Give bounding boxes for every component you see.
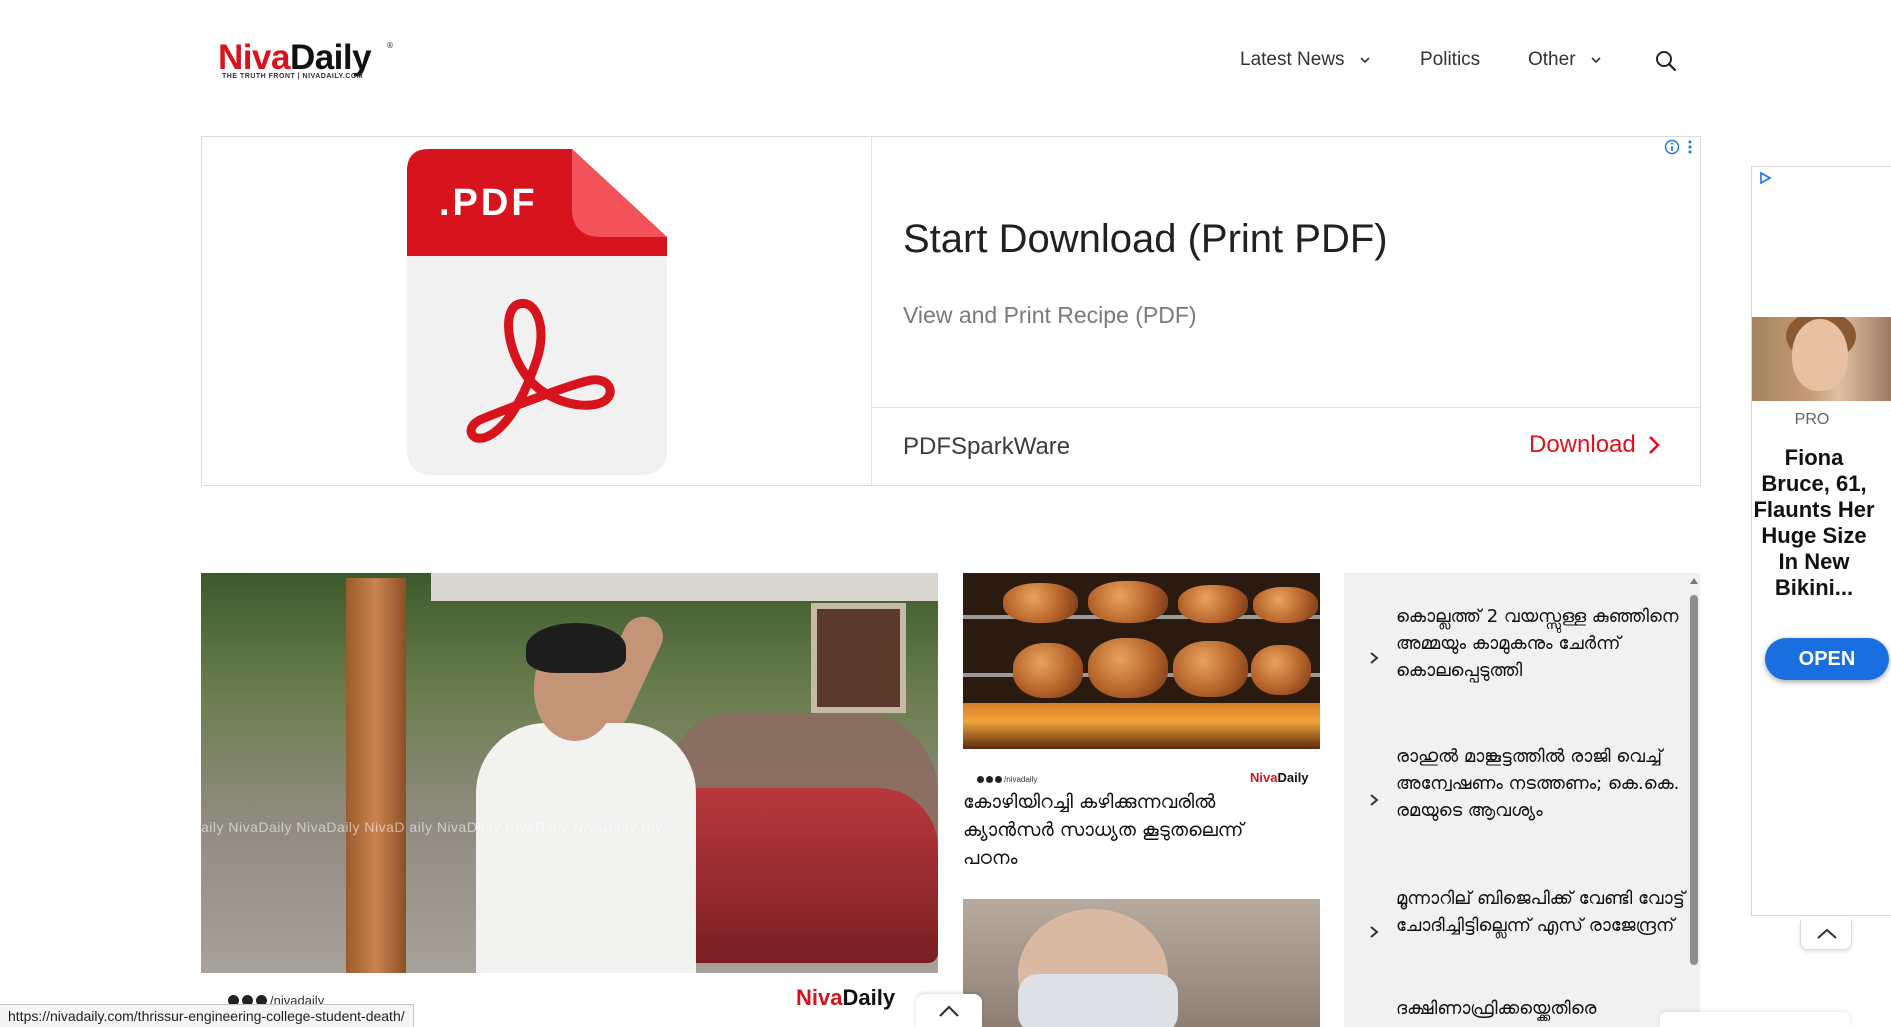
ad-advertiser[interactable]: PDFSparkWare [903, 433, 1070, 461]
instagram-icon [977, 776, 984, 783]
middle-watermark-logo: NivaDaily [1250, 770, 1309, 785]
feature-watermark-logo: NivaDaily [796, 985, 895, 1011]
photo-window [811, 603, 906, 713]
photo-chicken [1178, 585, 1248, 623]
bottom-ad-bar[interactable] [1660, 1012, 1850, 1027]
site-logo[interactable]: NivaDaily THE TRUTH FRONT | NIVADAILY.CO… [218, 38, 398, 88]
ad-banner[interactable]: .PDF Start Download (Print PDF) View and… [201, 136, 1701, 486]
photo-mask [1018, 974, 1178, 1027]
photo-person [456, 610, 716, 973]
status-bar-url: https://nivadaily.com/thrissur-engineeri… [0, 1004, 414, 1027]
logo-registered-mark: ® [386, 41, 394, 50]
middle-social-meta: /nivadaily [977, 775, 1037, 784]
list-item-title[interactable]: മൂന്നാറില് ബിജെപിക്ക് വേണ്ടി വോട്ട് ചോദി… [1396, 885, 1686, 939]
ad-download-label: Download [1529, 431, 1636, 458]
side-ad-collapse-button[interactable] [1800, 920, 1852, 950]
ad-download-button[interactable]: Download [1529, 431, 1660, 459]
list-scrollbar[interactable] [1688, 573, 1700, 1027]
chevron-up-icon [1817, 928, 1837, 939]
adchoices-icon[interactable] [1758, 171, 1772, 185]
chevron-right-icon [1648, 436, 1660, 454]
photo-chicken [1251, 645, 1311, 695]
nav-other[interactable]: Other [1528, 46, 1602, 74]
side-ad-label: PRO [1794, 411, 1830, 428]
middle-logo-daily: Daily [1277, 770, 1309, 785]
photo-chicken [1253, 587, 1318, 623]
pdf-file-label: .PDF [439, 182, 538, 224]
ad-description: View and Print Recipe (PDF) [903, 302, 1197, 328]
photo-chicken [1013, 643, 1083, 698]
chicken-article-image[interactable] [963, 573, 1320, 749]
mask-article-image[interactable] [963, 899, 1320, 1027]
scroll-up-arrow-icon[interactable] [1689, 577, 1699, 585]
photo-pillar [346, 578, 406, 973]
nav-politics-label: Politics [1420, 49, 1481, 70]
chevron-right-icon [1370, 926, 1379, 938]
side-ad-headline[interactable]: Fiona Bruce, 61, Flaunts Her Huge Size I… [1752, 445, 1876, 601]
side-ad-open-button[interactable]: OPEN [1765, 638, 1889, 680]
nav-other-label: Other [1528, 49, 1576, 70]
chevron-down-icon [1359, 57, 1370, 64]
chevron-right-icon [1370, 652, 1379, 664]
photo-face [1792, 319, 1848, 391]
photo-chicken [1003, 583, 1078, 623]
nav-latest-news-label: Latest News [1240, 49, 1345, 70]
twitter-icon [995, 776, 1002, 783]
side-ad-photo[interactable] [1752, 317, 1891, 401]
nav-politics[interactable]: Politics [1420, 46, 1480, 74]
logo-daily: Daily [289, 38, 372, 77]
chevron-right-icon [1370, 794, 1379, 806]
list-item-title[interactable]: രാഹുൽ മാങ്കൂട്ടത്തിൽ രാജി വെച്ച് അന്വേഷണ… [1396, 743, 1686, 824]
more-vertical-icon[interactable] [1687, 139, 1693, 155]
photo-hair [526, 623, 626, 673]
chevron-down-icon [1590, 57, 1601, 64]
photo-chicken [1088, 581, 1168, 623]
facebook-icon [986, 776, 993, 783]
image-watermark: aily NivaDaily NivaDaily NivaD aily Niva… [201, 819, 663, 835]
photo-chicken [1173, 641, 1248, 697]
feature-logo-niva: Niva [796, 985, 843, 1010]
photo-roof [431, 573, 938, 601]
scroll-to-top-button[interactable] [916, 994, 982, 1027]
pdf-file-icon: .PDF [407, 149, 667, 475]
side-ad[interactable]: PRO Fiona Bruce, 61, Flaunts Her Huge Si… [1751, 166, 1891, 916]
ad-title[interactable]: Start Download (Print PDF) [903, 217, 1388, 262]
chicken-article-title[interactable]: കോഴിയിറച്ചി കഴിക്കുന്നവരിൽ ക്യാൻസർ സാധ്യ… [963, 788, 1303, 872]
ad-image[interactable]: .PDF [202, 137, 872, 485]
middle-handle: /nivadaily [1004, 775, 1038, 784]
chevron-up-icon [939, 1005, 959, 1017]
photo-shirt [476, 723, 696, 973]
nav-latest-news[interactable]: Latest News [1240, 46, 1371, 74]
list-item-title[interactable]: കൊല്ലത്ത് 2 വയസ്സുള്ള കുഞ്ഞിനെ അമ്മയും ക… [1396, 603, 1686, 684]
list-item-title[interactable]: ദക്ഷിണാഫ്രിക്കയ്ക്കെതിരെ [1396, 995, 1686, 1022]
scrollbar-thumb[interactable] [1690, 595, 1698, 965]
feature-logo-daily: Daily [842, 985, 896, 1010]
headline-list: കൊല്ലത്ത് 2 വയസ്സുള്ള കുഞ്ഞിനെ അമ്മയും ക… [1344, 573, 1688, 1027]
logo-niva: Niva [218, 38, 290, 77]
middle-logo-niva: Niva [1250, 770, 1278, 785]
search-icon[interactable] [1655, 50, 1677, 72]
logo-tagline: THE TRUTH FRONT | NIVADAILY.COM [222, 73, 364, 80]
ad-divider [872, 407, 1700, 408]
photo-fire [963, 703, 1320, 749]
info-icon[interactable] [1664, 139, 1680, 155]
feature-article-image[interactable]: aily NivaDaily NivaDaily NivaD aily Niva… [201, 573, 938, 973]
photo-chicken [1088, 638, 1168, 698]
